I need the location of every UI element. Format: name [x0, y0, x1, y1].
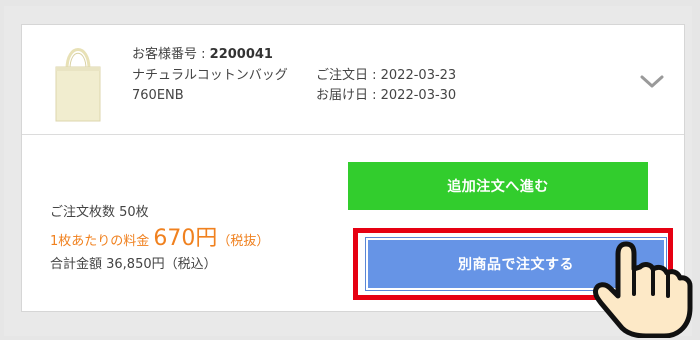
customer-number-line: お客様番号 : 2200041	[132, 47, 273, 63]
product-code: 760ENB	[132, 88, 184, 103]
product-image	[55, 48, 101, 122]
unit-price-line: 1枚あたりの料金 670円（税抜）	[50, 227, 269, 251]
order-quantity: ご注文枚数 50枚	[50, 205, 149, 220]
product-name: ナチュラルコットンバッグ	[132, 68, 288, 83]
unit-price-value: 670円	[153, 226, 218, 251]
customer-number-label: お客様番号 :	[132, 47, 210, 62]
order-header[interactable]: お客様番号 : 2200041 ナチュラルコットンバッグ 760ENB ご注文日…	[22, 25, 684, 135]
unit-price-tax: （税抜）	[217, 234, 270, 249]
reorder-button[interactable]: 追加注文へ進む	[348, 162, 648, 210]
order-date: ご注文日 : 2022-03-23	[316, 68, 457, 83]
total-amount: 合計金額 36,850円（税込）	[50, 257, 217, 272]
chevron-down-icon[interactable]	[638, 73, 666, 91]
unit-price-label: 1枚あたりの料金	[50, 234, 150, 249]
delivery-date: お届け日 : 2022-03-30	[316, 88, 457, 103]
pointing-hand-icon	[593, 241, 693, 338]
customer-number-value: 2200041	[209, 47, 273, 62]
